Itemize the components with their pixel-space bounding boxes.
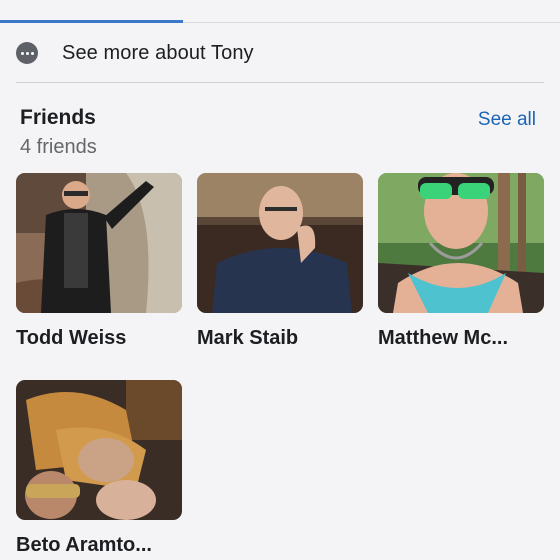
friend-name[interactable]: Matthew Mc... xyxy=(378,327,544,350)
friend-card-todd-weiss[interactable]: Todd Weiss xyxy=(16,173,182,350)
friend-photo[interactable] xyxy=(197,173,363,313)
more-options-icon xyxy=(16,42,38,64)
friend-photo-image xyxy=(16,380,182,520)
friend-name[interactable]: Mark Staib xyxy=(197,327,363,350)
see-more-about-row[interactable]: See more about Tony xyxy=(16,38,544,68)
friends-section-title: Friends xyxy=(20,106,96,129)
section-divider xyxy=(16,82,544,83)
friend-photo-image xyxy=(16,173,182,313)
see-more-about-label: See more about Tony xyxy=(62,41,254,64)
friends-count: 4 friends xyxy=(20,136,97,158)
friend-photo[interactable] xyxy=(16,380,182,520)
friend-name[interactable]: Todd Weiss xyxy=(16,327,182,350)
friend-photo[interactable] xyxy=(16,173,182,313)
friend-name[interactable]: Beto Aramto... xyxy=(16,534,182,557)
friend-card-mark-staib[interactable]: Mark Staib xyxy=(197,173,363,350)
friend-photo[interactable] xyxy=(378,173,544,313)
friend-photo-image xyxy=(378,173,544,313)
see-all-friends-link[interactable]: See all xyxy=(478,109,536,131)
friend-photo-image xyxy=(197,173,363,313)
friend-card-matthew-mc[interactable]: Matthew Mc... xyxy=(378,173,544,350)
active-tab-indicator xyxy=(0,20,183,23)
friend-card-beto-aramto[interactable]: Beto Aramto... xyxy=(16,380,182,557)
